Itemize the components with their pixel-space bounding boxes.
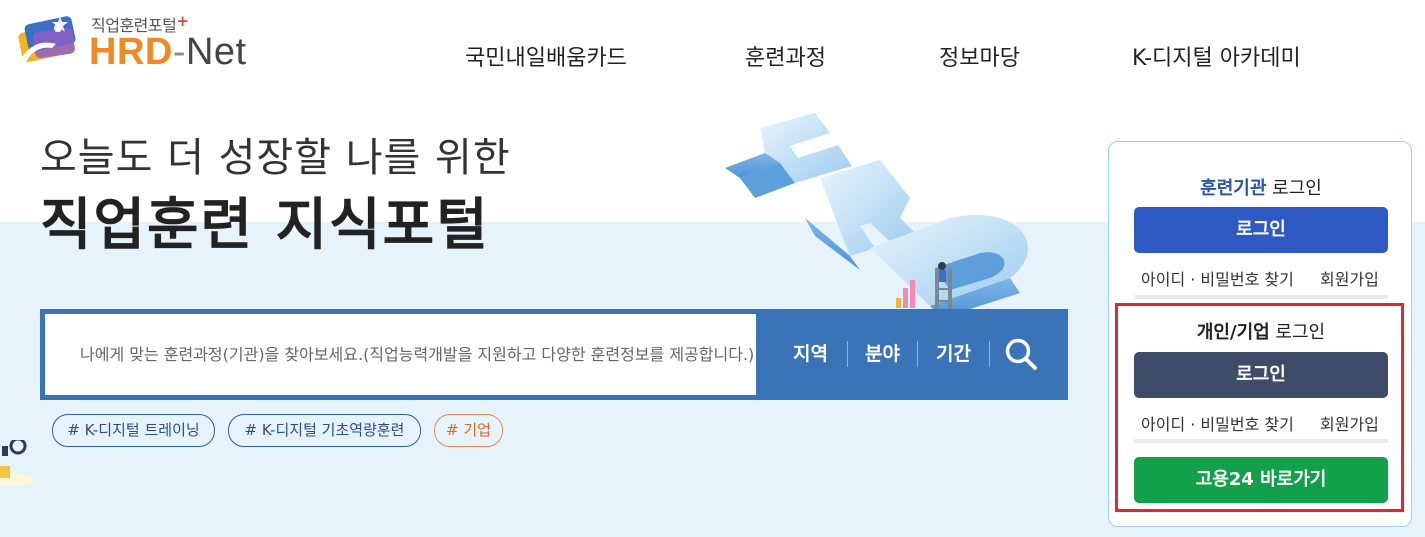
institution-join-link[interactable]: 회원가입: [1320, 266, 1379, 290]
hero-subtitle: 오늘도 더 성장할 나를 위한: [40, 135, 511, 181]
institution-find-id-password-link[interactable]: 아이디 · 비밀번호 찾기: [1141, 266, 1294, 290]
nav-item-k-digital-academy[interactable]: K-디지털 아카데미: [1132, 40, 1301, 72]
filter-field-button[interactable]: 분야: [865, 309, 900, 400]
nav-item-info[interactable]: 정보마당: [939, 40, 1020, 72]
institution-login-title: 훈련기관 로그인: [1200, 178, 1322, 199]
institution-login-button[interactable]: 로그인: [1134, 207, 1388, 253]
filter-divider: [989, 341, 990, 367]
filter-divider: [847, 341, 848, 367]
search-input[interactable]: 나에게 맞는 훈련과정(기관)을 찾아보세요.(직업능력개발을 지원하고 다양한…: [45, 314, 756, 395]
search-icon[interactable]: [1002, 335, 1040, 373]
highlight-box: [1115, 303, 1404, 512]
tag-k-digital-training[interactable]: # K-디지털 트레이닝: [52, 414, 215, 447]
hero-title: 직업훈련 지식포털: [40, 193, 490, 258]
hrd-net-logo[interactable]: 직업훈련포털+ HRD-Net: [14, 10, 264, 76]
hrd-3d-illustration: [725, 113, 1028, 318]
tag-company[interactable]: # 기업: [434, 414, 503, 447]
panel-divider: [1134, 295, 1388, 299]
filter-region-button[interactable]: 지역: [793, 309, 828, 400]
nav-item-national-card[interactable]: 국민내일배움카드: [465, 40, 627, 72]
logo-wordmark: HRD-Net: [89, 31, 247, 73]
magnifier-decoration-icon: [0, 440, 34, 486]
filter-divider: [917, 341, 918, 367]
tag-k-digital-basic[interactable]: # K-디지털 기초역량훈련: [228, 414, 421, 447]
filter-period-button[interactable]: 기간: [936, 309, 971, 400]
course-search-bar: 나에게 맞는 훈련과정(기관)을 찾아보세요.(직업능력개발을 지원하고 다양한…: [40, 309, 1068, 400]
nav-item-training-course[interactable]: 훈련과정: [745, 40, 826, 72]
logo-mark-icon: [18, 16, 76, 66]
